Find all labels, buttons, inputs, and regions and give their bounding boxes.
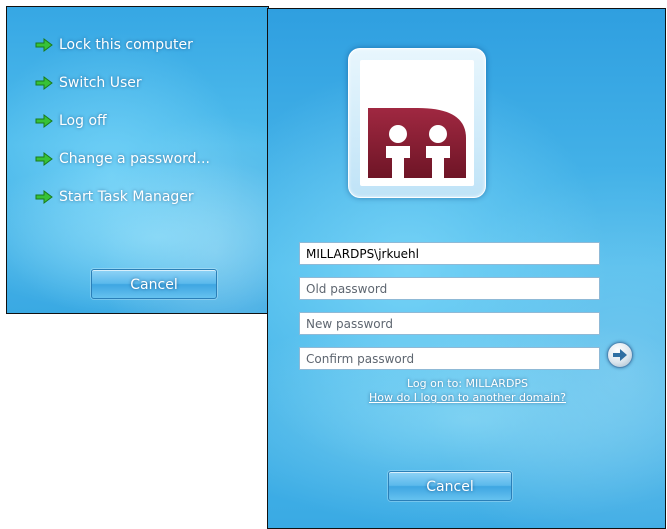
security-options-list: Lock this computer Switch User Log off C…: [35, 35, 210, 225]
green-arrow-icon: [35, 189, 53, 204]
credential-fields: [299, 242, 600, 382]
log-off-option[interactable]: Log off: [35, 111, 210, 130]
cancel-button[interactable]: Cancel: [91, 269, 217, 299]
change-password-panel: Log on to: MILLARDPS How do I log on to …: [267, 8, 666, 529]
security-options-panel: Lock this computer Switch User Log off C…: [6, 6, 269, 314]
lock-computer-label: Lock this computer: [59, 36, 193, 53]
green-arrow-icon: [35, 75, 53, 90]
green-arrow-icon: [35, 151, 53, 166]
cancel-button[interactable]: Cancel: [388, 471, 512, 501]
organization-logo: [360, 60, 474, 186]
green-arrow-icon: [35, 37, 53, 52]
arrow-right-icon: [613, 349, 627, 361]
log-off-label: Log off: [59, 112, 107, 129]
change-password-option[interactable]: Change a password...: [35, 149, 210, 168]
logon-domain-text: Log on to: MILLARDPS: [406, 377, 529, 390]
username-field[interactable]: [299, 242, 600, 265]
start-task-manager-option[interactable]: Start Task Manager: [35, 187, 210, 206]
switch-user-label: Switch User: [59, 74, 142, 91]
start-task-manager-label: Start Task Manager: [59, 188, 194, 205]
lock-computer-option[interactable]: Lock this computer: [35, 35, 210, 54]
green-arrow-icon: [35, 113, 53, 128]
user-tile: [348, 48, 486, 198]
confirm-password-field[interactable]: [299, 347, 600, 370]
new-password-field[interactable]: [299, 312, 600, 335]
other-domain-link[interactable]: How do I log on to another domain?: [268, 391, 665, 404]
organization-logo-icon: [368, 108, 466, 178]
submit-button[interactable]: [607, 342, 633, 368]
switch-user-option[interactable]: Switch User: [35, 73, 210, 92]
change-password-label: Change a password...: [59, 150, 210, 167]
old-password-field[interactable]: [299, 277, 600, 300]
